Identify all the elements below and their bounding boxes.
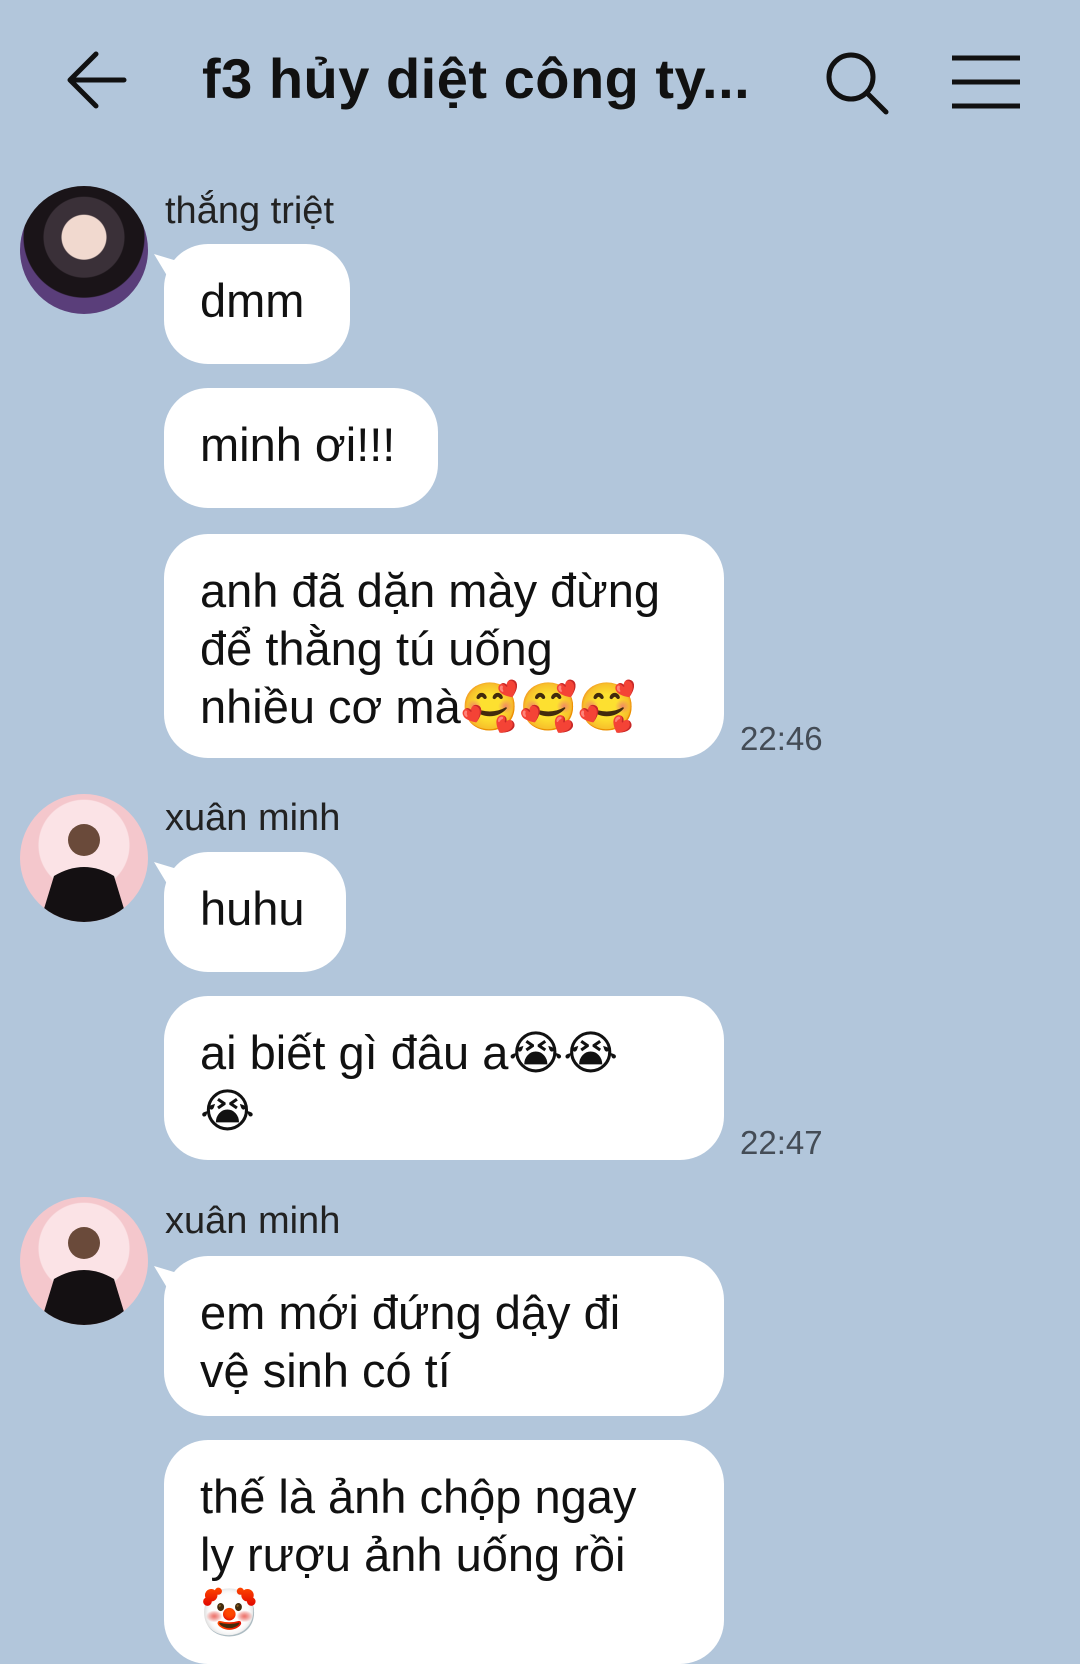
arrow-left-icon: [67, 51, 127, 109]
hamburger-menu-icon: [952, 55, 1020, 109]
message-bubble[interactable]: thế là ảnh chộp ngay ly rượu ảnh uống rồ…: [164, 1440, 724, 1664]
message-bubble[interactable]: em mới đứng dậy đi vệ sinh có tí: [164, 1256, 724, 1416]
sender-name: thắng triệt: [165, 190, 334, 232]
search-icon: [826, 52, 889, 115]
person-silhouette-icon: [40, 1227, 128, 1325]
back-button[interactable]: [62, 48, 132, 112]
message-bubble[interactable]: dmm: [164, 244, 350, 364]
message-timestamp: 22:47: [740, 1124, 823, 1161]
avatar[interactable]: [20, 186, 148, 314]
sender-name: xuân minh: [165, 797, 341, 839]
message-bubble[interactable]: ai biết gì đâu a😭😭 😭: [164, 996, 724, 1160]
chat-header: f3 hủy diệt công ty...: [0, 0, 1080, 160]
message-timestamp: 22:46: [740, 720, 823, 757]
menu-button[interactable]: [950, 52, 1022, 112]
sender-name: xuân minh: [165, 1200, 341, 1242]
message-bubble[interactable]: anh đã dặn mày đừng để thằng tú uống nhi…: [164, 534, 724, 758]
avatar[interactable]: [20, 794, 148, 922]
message-bubble[interactable]: minh ơi!!!: [164, 388, 438, 508]
avatar[interactable]: [20, 1197, 148, 1325]
person-silhouette-icon: [40, 824, 128, 922]
chat-title: f3 hủy diệt công ty...: [202, 47, 751, 110]
search-button[interactable]: [822, 48, 892, 118]
message-bubble[interactable]: huhu: [164, 852, 346, 972]
